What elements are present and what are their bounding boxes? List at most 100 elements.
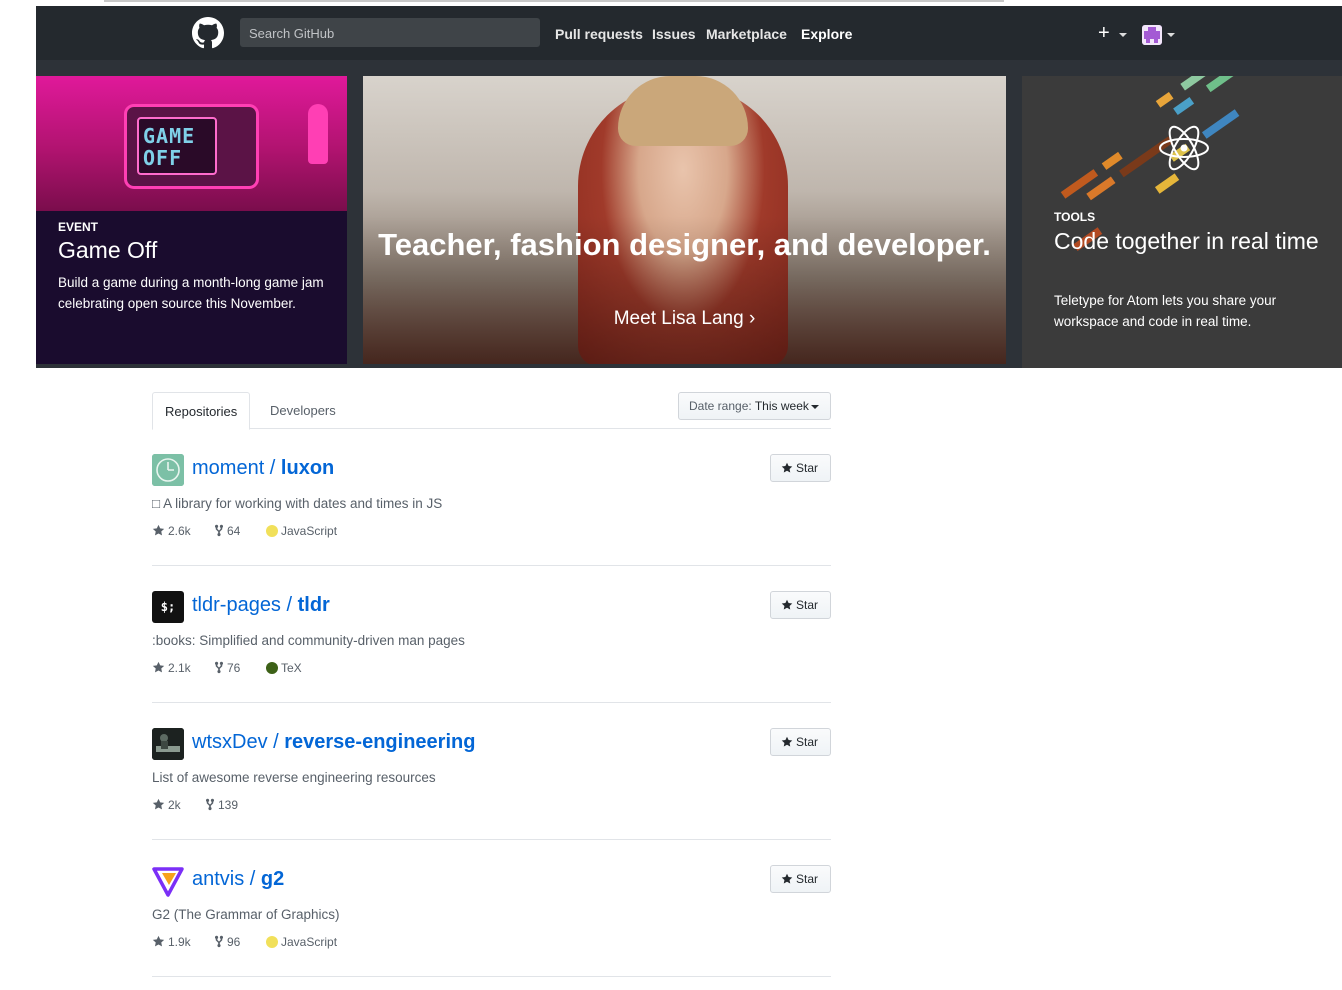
nav-issues[interactable]: Issues — [652, 6, 696, 60]
repo-description: List of awesome reverse engineering reso… — [152, 770, 436, 785]
nav-marketplace[interactable]: Marketplace — [706, 6, 787, 60]
repo-forks[interactable]: 64 — [214, 524, 240, 538]
repo-name-link[interactable]: moment / luxon — [192, 457, 334, 480]
repo-name[interactable]: luxon — [281, 457, 334, 479]
explore-banner: GAME OFF EVENT Game Off Build a game dur… — [36, 60, 1342, 368]
repo-owner[interactable]: moment — [192, 457, 264, 479]
repo-name-link[interactable]: tldr-pages / tldr — [192, 594, 330, 617]
repo-avatar[interactable] — [152, 728, 184, 760]
repo-name-link[interactable]: wtsxDev / reverse-engineering — [192, 731, 475, 754]
feature-link-text[interactable]: Meet Lisa Lang — [614, 308, 744, 329]
fork-icon — [214, 661, 224, 674]
repo-forks[interactable]: 139 — [205, 798, 238, 812]
repo-language: JavaScript — [266, 935, 337, 949]
chevron-right-icon: › — [748, 308, 756, 329]
star-icon — [781, 599, 793, 610]
nav-explore[interactable]: Explore — [801, 6, 852, 60]
repo-name[interactable]: tldr — [298, 594, 330, 616]
repo-stars[interactable]: 2k — [152, 798, 181, 812]
identicon-icon — [1142, 25, 1162, 45]
star-button-label: Star — [796, 461, 819, 475]
star-icon — [152, 524, 165, 536]
chevron-down-icon[interactable] — [1119, 33, 1127, 37]
chevron-down-icon — [811, 405, 819, 409]
fork-icon — [214, 524, 224, 537]
date-range-label: Date range: — [689, 399, 752, 413]
star-icon — [781, 736, 793, 747]
star-icon — [152, 798, 165, 810]
plus-icon[interactable]: + — [1098, 23, 1110, 43]
atom-icon — [1159, 125, 1209, 171]
list-item: antvis / g2 G2 (The Grammar of Graphics)… — [152, 840, 831, 977]
card-title[interactable]: Code together in real time — [1054, 226, 1334, 256]
repo-separator: / — [267, 731, 285, 753]
repo-avatar[interactable] — [152, 865, 184, 897]
feature-link[interactable]: Meet Lisa Lang › — [363, 308, 1006, 330]
list-item: $; tldr-pages / tldr :books: Simplified … — [152, 566, 831, 703]
antv-logo-icon — [152, 867, 184, 897]
tools-card[interactable]: TOOLS Code together in real time Teletyp… — [1022, 76, 1342, 368]
repo-language: TeX — [266, 661, 302, 675]
date-range-dropdown[interactable]: Date range: This week — [678, 392, 831, 420]
tab-developers[interactable]: Developers — [258, 392, 348, 429]
game-off-card[interactable]: GAME OFF EVENT Game Off Build a game dur… — [36, 76, 347, 364]
repo-avatar[interactable] — [152, 454, 184, 486]
site-header: Search GitHub Pull requests Issues Marke… — [36, 6, 1342, 60]
feature-title: Teacher, fashion designer, and developer… — [378, 227, 991, 262]
repo-separator: / — [244, 868, 261, 890]
language-color-dot — [266, 662, 278, 674]
star-button[interactable]: Star — [770, 454, 831, 482]
card-label: EVENT — [58, 220, 99, 234]
lava-lamp-illustration — [308, 104, 328, 164]
repo-stars[interactable]: 2.6k — [152, 524, 191, 538]
repo-forks[interactable]: 96 — [214, 935, 240, 949]
star-icon — [152, 935, 165, 947]
repo-stars[interactable]: 2.1k — [152, 661, 191, 675]
star-button-label: Star — [796, 735, 819, 749]
repo-separator: / — [264, 457, 281, 479]
star-icon — [781, 873, 793, 884]
repo-description: :books: Simplified and community-driven … — [152, 633, 465, 648]
date-range-value: This week — [754, 399, 809, 413]
chevron-down-icon[interactable] — [1167, 33, 1175, 37]
pianist-photo-icon — [152, 728, 184, 760]
repo-stars[interactable]: 1.9k — [152, 935, 191, 949]
fork-icon — [214, 935, 224, 948]
star-button[interactable]: Star — [770, 591, 831, 619]
repo-name-link[interactable]: antvis / g2 — [192, 868, 284, 891]
repo-separator: / — [280, 594, 298, 616]
game-off-illustration: GAME OFF — [36, 76, 347, 211]
repo-owner[interactable]: antvis — [192, 868, 244, 890]
nav-pull-requests[interactable]: Pull requests — [555, 6, 643, 60]
star-icon — [781, 462, 793, 473]
divider — [104, 0, 1004, 2]
terminal-icon: $; — [160, 600, 176, 614]
repo-avatar[interactable]: $; — [152, 591, 184, 623]
repo-owner[interactable]: tldr-pages — [192, 594, 281, 616]
repo-owner[interactable]: wtsxDev — [192, 731, 268, 753]
repo-forks[interactable]: 76 — [214, 661, 240, 675]
star-button-label: Star — [796, 872, 819, 886]
card-description: Teletype for Atom lets you share your wo… — [1054, 293, 1277, 329]
monitor-text: GAME OFF — [143, 124, 196, 170]
language-color-dot — [266, 936, 278, 948]
card-description: Build a game during a month-long game ja… — [58, 275, 324, 311]
star-button[interactable]: Star — [770, 865, 831, 893]
repo-description: G2 (The Grammar of Graphics) — [152, 907, 340, 922]
clock-icon — [152, 454, 184, 486]
card-label: TOOLS — [1054, 210, 1096, 224]
repo-language: JavaScript — [266, 524, 337, 538]
repo-description: □ A library for working with dates and t… — [152, 496, 443, 511]
card-title[interactable]: Game Off — [58, 237, 157, 264]
language-color-dot — [266, 525, 278, 537]
star-button-label: Star — [796, 598, 819, 612]
search-input[interactable]: Search GitHub — [240, 18, 540, 47]
list-item: wtsxDev / reverse-engineering List of aw… — [152, 703, 831, 840]
repo-name[interactable]: g2 — [261, 868, 284, 890]
github-logo-icon[interactable] — [192, 17, 224, 49]
repo-name[interactable]: reverse-engineering — [284, 731, 475, 753]
tab-repositories[interactable]: Repositories — [152, 392, 251, 430]
star-button[interactable]: Star — [770, 728, 831, 756]
feature-card[interactable]: Teacher, fashion designer, and developer… — [363, 76, 1006, 364]
avatar[interactable] — [1142, 25, 1162, 45]
